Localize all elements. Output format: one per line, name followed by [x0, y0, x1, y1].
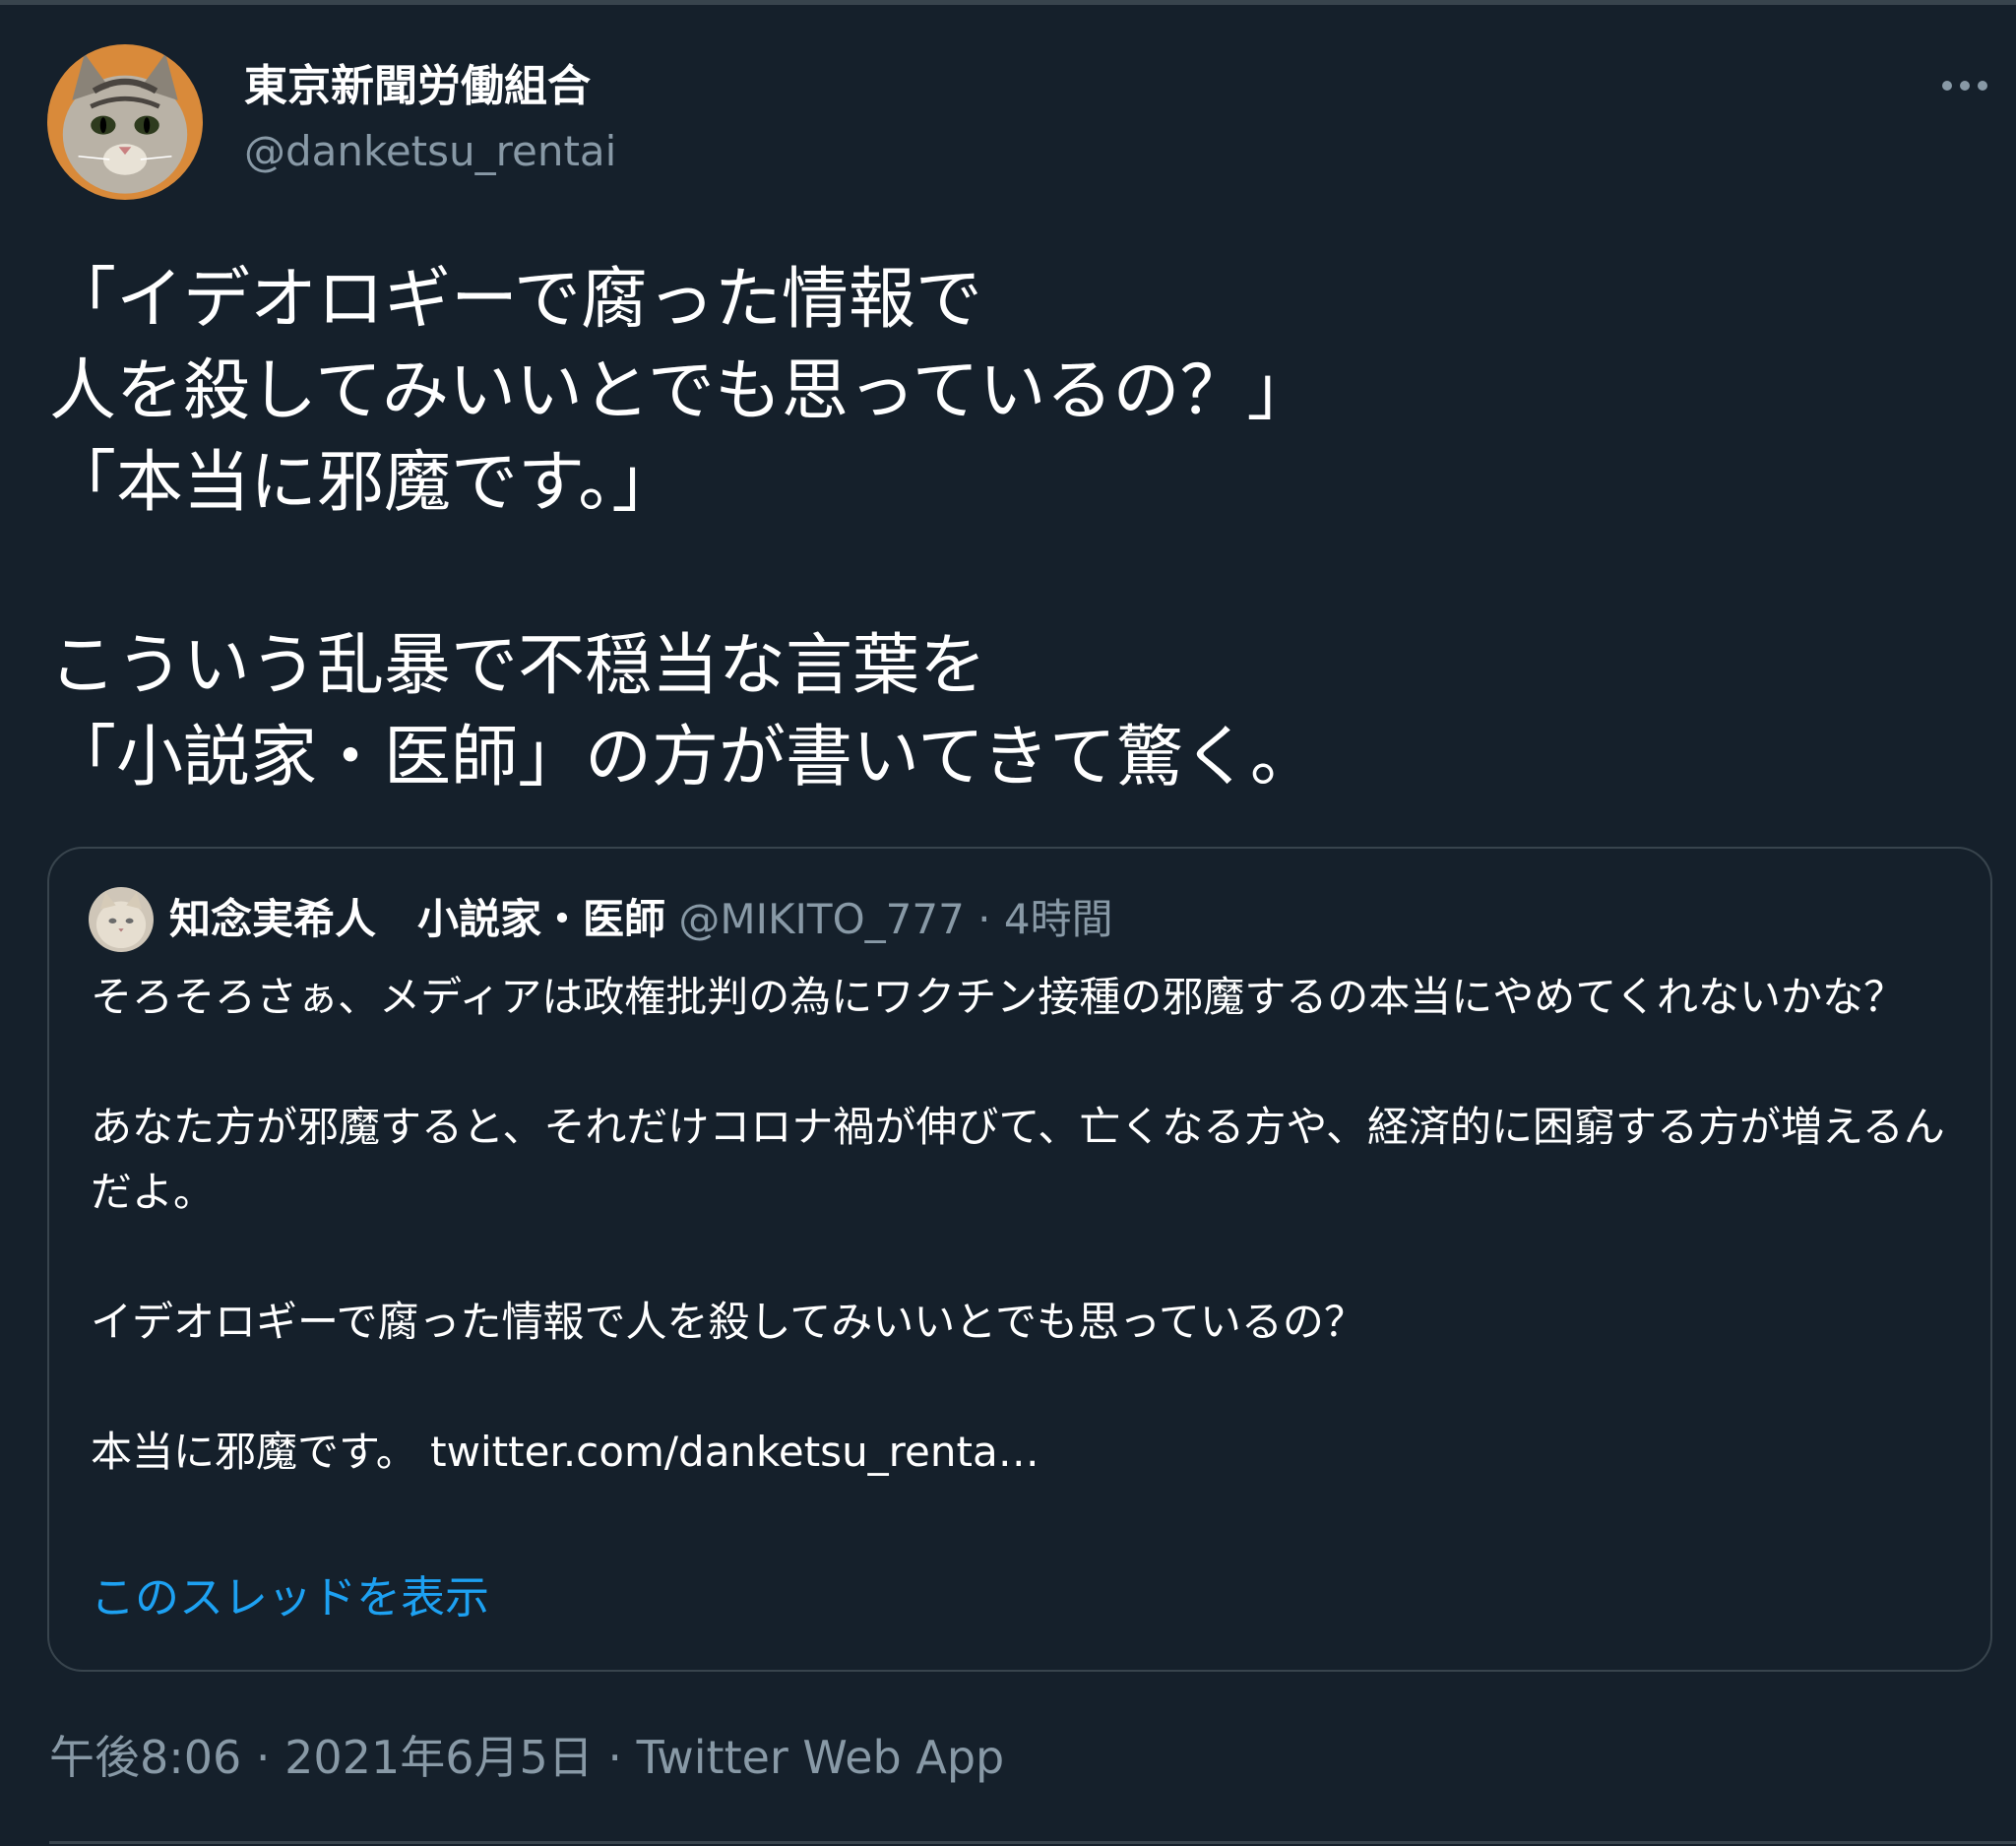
author-display-name[interactable]: 東京新聞労働組合 [244, 57, 591, 116]
quoted-tweet-link[interactable]: twitter.com/danketsu_renta… [430, 1428, 1040, 1476]
tweet-text: 「イデオロギーで腐った情報で 人を殺してみいいとでも思っているの？」 「本当に邪… [49, 261, 1317, 796]
quoted-tweet-text: そろそろさぁ、メディアは政権批判の為にワクチン接種の邪魔するの本当にやめてくれな… [91, 965, 1961, 1485]
quoted-relative-time: 4時間 [1003, 895, 1113, 943]
quoted-author-handle: @MIKITO_777 [678, 895, 965, 943]
tweet-time[interactable]: 午後8:06 · 2021年6月5日 · [49, 1731, 637, 1784]
quoted-author-avatar [89, 887, 154, 952]
top-divider [0, 0, 2016, 5]
show-thread-link[interactable]: このスレッドを表示 [91, 1565, 489, 1630]
bottom-divider [49, 1841, 2016, 1844]
tweet-timestamp: 午後8:06 · 2021年6月5日 · Twitter Web App [49, 1725, 1004, 1790]
quoted-tweet-header: 知念実希人 小説家・医師 @MIKITO_777 · 4時間 [169, 888, 1113, 951]
quoted-author-name: 知念実希人 小説家・医師 [169, 895, 666, 943]
cat-avatar-image [89, 887, 154, 952]
meta-separator: · [964, 895, 1004, 943]
quoted-tweet-body: そろそろさぁ、メディアは政権批判の為にワクチン接種の邪魔するの本当にやめてくれな… [91, 973, 1945, 1476]
tweet-source[interactable]: Twitter Web App [637, 1731, 1005, 1784]
author-avatar[interactable] [47, 44, 203, 200]
cat-avatar-image [47, 44, 203, 200]
author-handle[interactable]: @danketsu_rentai [244, 122, 616, 181]
more-horizontal-icon[interactable] [1939, 71, 1990, 100]
